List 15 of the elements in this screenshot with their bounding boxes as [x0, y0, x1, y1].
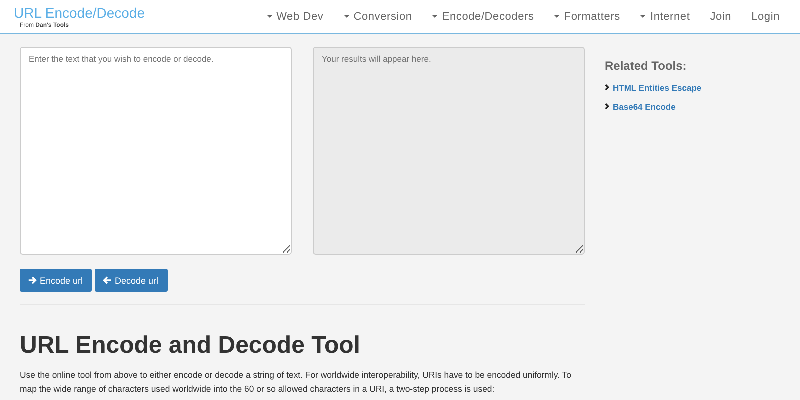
description-paragraph: Use the online tool from above to either encode or decode a string of text. For worldwide interoperability, URIs have to be encoded uniformly. To map the wide range of characters used worldwide into the 60 or so allowed characters in a URI, a two-step process is used: — [20, 369, 572, 396]
nav-dropdown[interactable]: Encode/Decoders — [422, 10, 544, 22]
related-tools-heading: Related Tools: — [605, 59, 688, 73]
encode-button[interactable]: Encode url — [20, 269, 92, 292]
page-heading: URL Encode and Decode Tool — [20, 332, 362, 360]
decode-button[interactable]: Decode url — [95, 269, 168, 292]
nav-dropdown[interactable]: Conversion — [334, 10, 422, 22]
nav-link[interactable]: Join — [700, 10, 742, 22]
nav-dropdown[interactable]: Internet — [630, 10, 700, 22]
nav-dropdown[interactable]: Web Dev — [256, 10, 334, 22]
nav-dropdown[interactable]: Formatters — [544, 10, 630, 22]
input-field[interactable]: Enter the text that you wish to encode or decode. — [20, 47, 292, 255]
nav-link[interactable]: Login — [742, 10, 790, 22]
related-tool-link[interactable]: Base64 Encode — [613, 102, 676, 112]
related-tool-link[interactable]: HTML Entities Escape — [613, 82, 702, 92]
